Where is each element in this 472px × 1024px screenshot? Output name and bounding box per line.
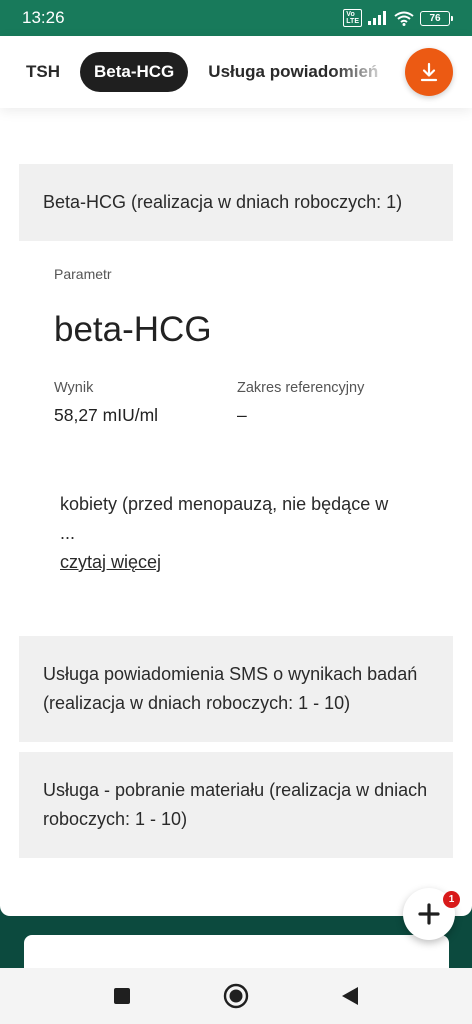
section-material-title: Usługa - pobranie materiału (realizacja … <box>43 780 428 829</box>
section-beta-hcg-title: Beta-HCG (realizacja w dniach roboczych:… <box>43 192 403 212</box>
param-name: beta-HCG <box>54 310 212 349</box>
status-icons: Vo LTE 76 <box>343 9 453 27</box>
result-column: Wynik 58,27 mIU/ml <box>54 380 237 426</box>
back-nav-icon <box>342 987 358 1005</box>
range-value: – <box>237 405 247 425</box>
notification-badge: 1 <box>443 891 460 908</box>
section-beta-hcg-header[interactable]: Beta-HCG (realizacja w dniach roboczych:… <box>19 164 453 241</box>
tabs-bar: TSH Beta-HCG Usługa powiadomień <box>0 36 472 108</box>
result-block: Parametr beta-HCG Wynik 58,27 mIU/ml Zak… <box>54 266 434 426</box>
description-text: kobiety (przed menopauzą, nie będące w <box>60 494 389 514</box>
home-button[interactable] <box>222 982 250 1010</box>
section-sms-service[interactable]: Usługa powiadomienia SMS o wynikach bada… <box>19 636 453 742</box>
download-button[interactable] <box>405 48 453 96</box>
status-bar: 13:26 Vo LTE 76 <box>0 0 472 36</box>
square-nav-icon <box>114 988 130 1004</box>
result-value: 58,27 mIU/ml <box>54 405 159 425</box>
wifi-icon <box>394 11 414 26</box>
result-description: kobiety (przed menopauzą, nie będące w .… <box>60 490 420 577</box>
tab-sms-service[interactable]: Usługa powiadomień <box>194 52 392 92</box>
result-label: Wynik <box>54 380 94 396</box>
status-time: 13:26 <box>22 8 65 27</box>
range-label: Zakres referencyjny <box>237 380 365 396</box>
tab-beta-hcg[interactable]: Beta-HCG <box>80 52 189 92</box>
home-nav-icon <box>223 983 249 1009</box>
signal-icon <box>368 11 386 25</box>
battery-indicator: 76 <box>420 10 453 26</box>
recents-button[interactable] <box>108 982 136 1010</box>
back-button[interactable] <box>336 982 364 1010</box>
section-sms-title: Usługa powiadomienia SMS o wynikach bada… <box>43 664 418 713</box>
result-row: Wynik 58,27 mIU/ml Zakres referencyjny – <box>54 380 434 426</box>
param-label: Parametr <box>54 266 112 282</box>
section-material-collection[interactable]: Usługa - pobranie materiału (realizacja … <box>19 752 453 858</box>
tab-tsh[interactable]: TSH <box>12 52 74 92</box>
description-ellipsis: ... <box>60 523 76 543</box>
results-page: TSH Beta-HCG Usługa powiadomień Beta-HCG… <box>0 36 472 916</box>
volte-icon: Vo LTE <box>343 9 362 27</box>
download-icon <box>420 62 438 82</box>
system-nav-bar <box>0 968 472 1024</box>
read-more-link[interactable]: czytaj więcej <box>60 552 161 572</box>
range-column: Zakres referencyjny – <box>237 380 364 426</box>
plus-icon <box>418 903 440 925</box>
